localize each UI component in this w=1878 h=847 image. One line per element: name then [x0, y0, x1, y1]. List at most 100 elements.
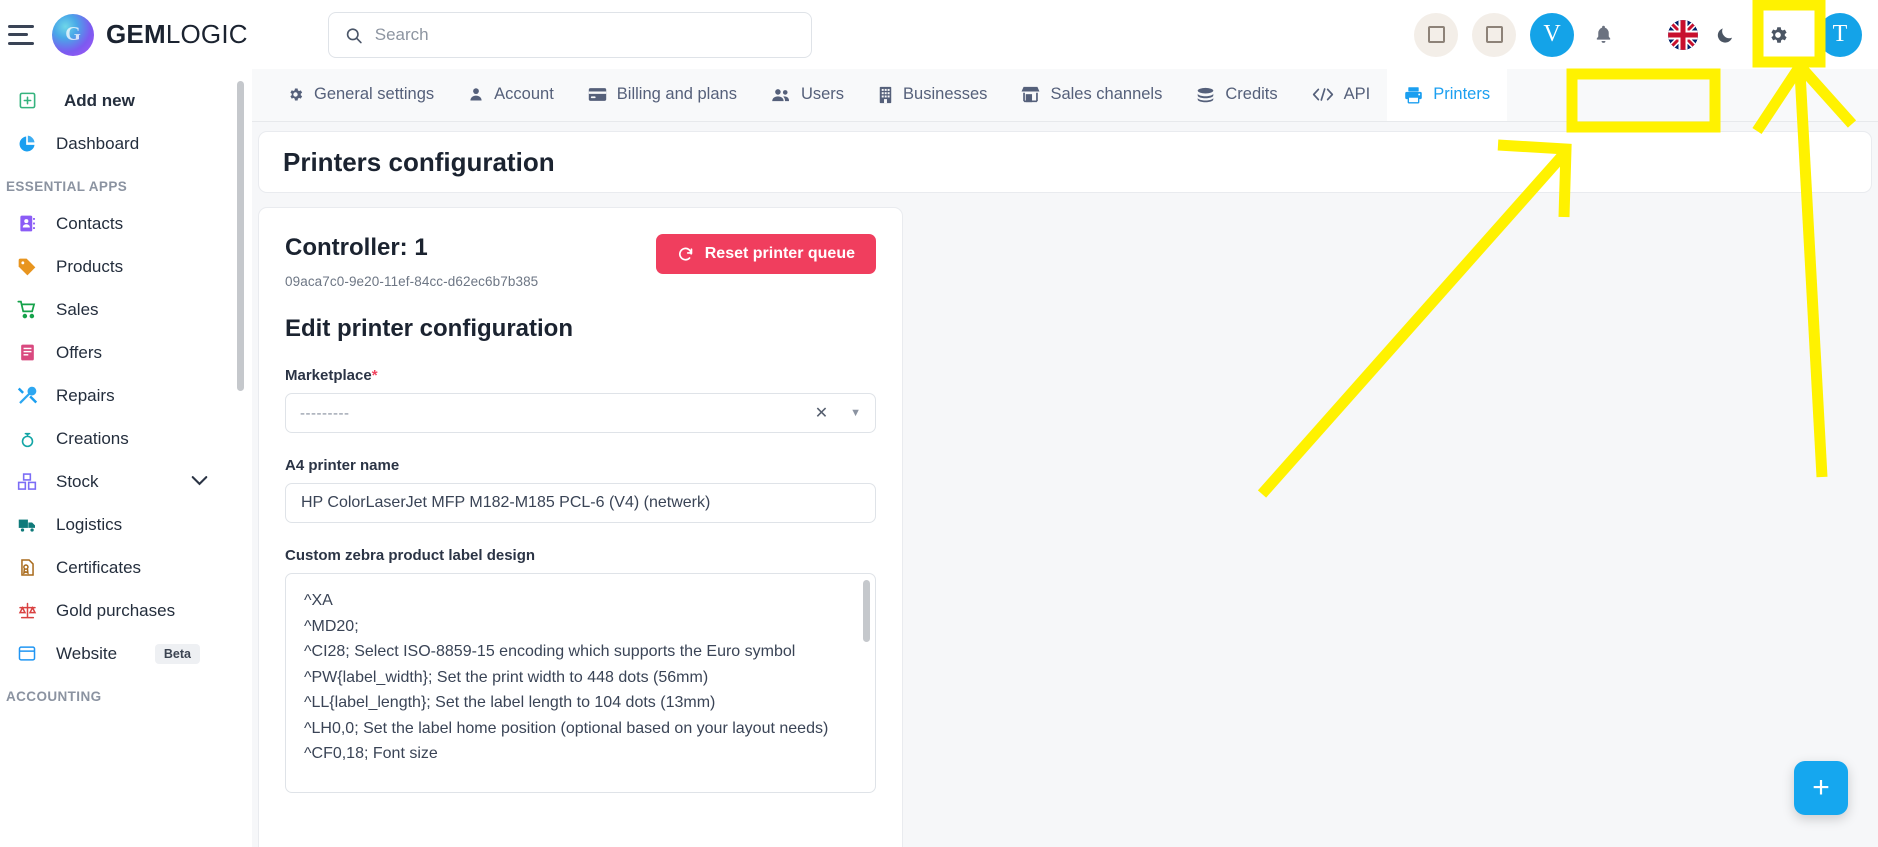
coins-icon — [1196, 87, 1215, 103]
tab-account[interactable]: Account — [451, 68, 571, 121]
a4-printer-name-value: HP ColorLaserJet MFP M182-M185 PCL-6 (V4… — [301, 494, 711, 511]
sidebar-label-sales: Sales — [56, 299, 99, 319]
tab-label: Users — [800, 85, 845, 103]
marketplace-label: Marketplace* — [285, 367, 876, 384]
tab-label: Account — [494, 85, 554, 103]
dark-mode-button[interactable] — [1712, 22, 1738, 48]
users-icon — [771, 87, 791, 103]
moon-icon — [1717, 27, 1733, 43]
sidebar-item-add-new[interactable]: Add new — [14, 79, 252, 122]
sidebar-item-sales[interactable]: Sales — [14, 288, 252, 331]
controller-header-row: Controller: 1 09aca7c0-9e20-11ef-84cc-d6… — [285, 234, 876, 289]
avatar-v-letter: V — [1543, 21, 1561, 47]
zebra-label: Custom zebra product label design — [285, 547, 536, 564]
notifications-button[interactable] — [1588, 20, 1618, 50]
avatar-v[interactable]: V — [1530, 12, 1574, 57]
sidebar-item-contacts[interactable]: Contacts — [14, 202, 252, 245]
search-box[interactable] — [328, 12, 812, 58]
sidebar-item-repairs[interactable]: Repairs — [14, 374, 252, 417]
sidebar-section-essential-apps: ESSENTIAL APPS — [6, 179, 128, 194]
brand-light: LOGIC — [165, 19, 248, 49]
tab-businesses[interactable]: Businesses — [861, 68, 1004, 121]
sidebar-item-stock[interactable]: Stock — [14, 460, 252, 503]
contacts-book-icon — [10, 211, 44, 237]
tab-label: Sales channels — [1050, 85, 1163, 103]
search-icon — [346, 27, 362, 43]
controller-uuid: 09aca7c0-9e20-11ef-84cc-d62ec6b7b385 — [285, 274, 539, 289]
sidebar-label-stock: Stock — [56, 471, 99, 491]
truck-icon — [10, 512, 44, 538]
printer-config-panel: Controller: 1 09aca7c0-9e20-11ef-84cc-d6… — [258, 207, 903, 847]
settings-tabs: General settings Account Billing and pla… — [252, 68, 1508, 121]
brand-text: GEMLOGIC — [106, 19, 248, 50]
sidebar-item-creations[interactable]: Creations — [14, 417, 252, 460]
hamburger-icon[interactable] — [8, 24, 34, 45]
close-icon[interactable]: ✕ — [815, 403, 828, 423]
sidebar-label-offers: Offers — [56, 342, 102, 362]
sidebar-label-website: Website — [56, 643, 118, 663]
gemlogic-logo-icon: G — [52, 13, 94, 56]
tab-credits[interactable]: Credits — [1179, 68, 1294, 121]
sidebar-item-dashboard[interactable]: Dashboard — [14, 122, 252, 165]
sidebar-label-gold-purchases: Gold purchases — [56, 600, 176, 620]
sidebar-label-repairs: Repairs — [56, 385, 115, 405]
credit-card-icon — [588, 87, 607, 102]
tab-users[interactable]: Users — [754, 68, 861, 121]
sidebar-item-offers[interactable]: Offers — [14, 331, 252, 374]
tab-printers[interactable]: Printers — [1387, 68, 1508, 121]
sidebar-label-contacts: Contacts — [56, 213, 124, 233]
tag-icon — [10, 254, 44, 280]
tab-api[interactable]: API — [1295, 68, 1388, 121]
sidebar: Add new Dashboard ESSENTIAL APPS Contact… — [0, 69, 252, 847]
sidebar-item-website[interactable]: Website Beta — [14, 632, 252, 675]
user-avatar-letter: T — [1832, 21, 1848, 47]
reset-button-label: Reset printer queue — [704, 245, 855, 262]
apps-button[interactable] — [1632, 24, 1654, 46]
a4-printer-name-input[interactable]: HP ColorLaserJet MFP M182-M185 PCL-6 (V4… — [285, 483, 876, 523]
brand-bold: GEM — [106, 19, 166, 49]
sidebar-scrollbar[interactable] — [237, 81, 244, 391]
chevron-down-icon[interactable] — [191, 473, 208, 490]
store-icon — [1021, 86, 1040, 103]
header-actions: V T — [1414, 0, 1862, 69]
tab-sales-channels[interactable]: Sales channels — [1004, 68, 1179, 121]
pie-chart-icon — [10, 131, 44, 157]
zebra-label-design-value: ^XA ^MD20; ^CI28; Select ISO-8859-15 enc… — [304, 592, 829, 762]
tab-billing-and-plans[interactable]: Billing and plans — [571, 68, 754, 121]
tab-general-settings[interactable]: General settings — [270, 68, 451, 121]
square-badge-2[interactable] — [1472, 12, 1516, 57]
controller-title: Controller: 1 — [285, 234, 428, 261]
square-icon — [1427, 26, 1445, 43]
add-floating-action-button[interactable]: + — [1794, 761, 1848, 815]
user-avatar[interactable]: T — [1818, 12, 1862, 57]
sidebar-item-gold-purchases[interactable]: Gold purchases — [14, 589, 252, 632]
search-input[interactable] — [374, 25, 795, 45]
tab-label: API — [1343, 85, 1371, 103]
sidebar-item-products[interactable]: Products — [14, 245, 252, 288]
sidebar-label-dashboard: Dashboard — [56, 133, 140, 153]
square-badge-1[interactable] — [1414, 12, 1458, 57]
sidebar-item-logistics[interactable]: Logistics — [14, 503, 252, 546]
reset-printer-queue-button[interactable]: Reset printer queue — [655, 234, 876, 274]
chevron-down-icon[interactable]: ▼ — [850, 407, 861, 419]
browser-icon — [10, 641, 44, 667]
page-title: Printers configuration — [283, 146, 555, 177]
language-button[interactable] — [1668, 19, 1698, 50]
square-icon — [1485, 26, 1503, 43]
uk-flag-icon — [1668, 19, 1698, 50]
sidebar-label-add-new: Add new — [64, 90, 135, 110]
tab-label: Businesses — [903, 85, 988, 103]
marketplace-select[interactable]: --------- ✕ ▼ — [285, 393, 876, 433]
shopping-cart-icon — [10, 297, 44, 323]
app-root: G GEMLOGIC V — [0, 0, 1878, 847]
textarea-scrollbar[interactable] — [863, 580, 870, 642]
boxes-icon — [10, 469, 44, 495]
settings-button[interactable] — [1752, 9, 1804, 61]
brand-logo-group[interactable]: G GEMLOGIC — [52, 13, 248, 56]
zebra-label-design-textarea[interactable]: ^XA ^MD20; ^CI28; Select ISO-8859-15 enc… — [285, 573, 876, 793]
sidebar-label-logistics: Logistics — [56, 514, 123, 534]
sidebar-item-certificates[interactable]: Certificates — [14, 546, 252, 589]
sidebar-label-certificates: Certificates — [56, 557, 142, 577]
sidebar-section-accounting: ACCOUNTING — [6, 689, 102, 704]
tab-label: General settings — [314, 85, 435, 103]
